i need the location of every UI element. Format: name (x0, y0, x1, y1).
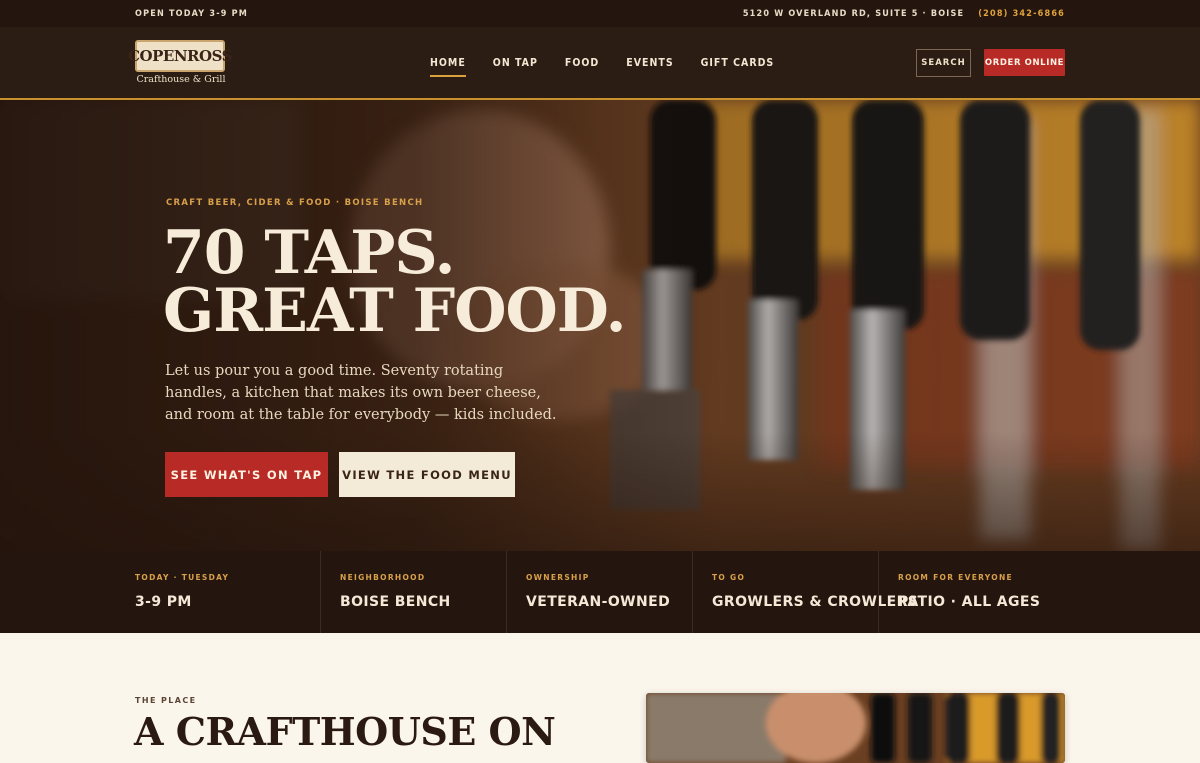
hero-section: CRAFT BEER, CIDER & FOOD · BOISE BENCH 7… (0, 100, 1200, 551)
contact-info: 5120 W OVERLAND RD, SUITE 5 · BOISE (208… (743, 9, 1065, 19)
logo-wordmark: COPENROSS (128, 40, 232, 72)
nav-events[interactable]: EVENTS (626, 57, 673, 69)
hero-eyebrow: CRAFT BEER, CIDER & FOOD · BOISE BENCH (166, 198, 424, 208)
search-button[interactable]: SEARCH (916, 49, 971, 77)
info-cell-to-go: TO GO GROWLERS & CROWLERS (692, 551, 918, 633)
nav-home[interactable]: HOME (430, 57, 466, 77)
info-strip: TODAY · TUESDAY 3-9 PM NEIGHBORHOOD BOIS… (0, 551, 1200, 633)
info-value: 3-9 PM (135, 594, 192, 610)
order-online-button[interactable]: ORDER ONLINE (984, 49, 1065, 76)
info-label: OWNERSHIP (526, 573, 590, 582)
site-header: COPENROSS Crafthouse & Grill HOME ON TAP… (0, 27, 1200, 100)
info-label: TO GO (712, 573, 746, 582)
info-value: VETERAN-OWNED (526, 594, 671, 610)
nav-food[interactable]: FOOD (565, 57, 599, 69)
phone-link[interactable]: (208) 342-6866 (978, 9, 1065, 19)
info-cell-ownership: OWNERSHIP VETERAN-OWNED (506, 551, 692, 633)
hero-description: Let us pour you a good time. Seventy rot… (165, 363, 557, 423)
address-text: 5120 W OVERLAND RD, SUITE 5 · BOISE (742, 9, 965, 19)
info-cell-hours: TODAY · TUESDAY 3-9 PM (135, 551, 320, 633)
info-label: TODAY · TUESDAY (135, 573, 230, 582)
hours-text: OPEN TODAY 3-9 PM (135, 9, 248, 19)
utility-bar: OPEN TODAY 3-9 PM 5120 W OVERLAND RD, SU… (0, 0, 1200, 27)
hero-headline: 70 TAPS. GREAT FOOD. (163, 218, 723, 346)
info-cell-neighborhood: NEIGHBORHOOD BOISE BENCH (320, 551, 506, 633)
headline-line-2: GREAT FOOD. (163, 276, 627, 346)
info-label: NEIGHBORHOOD (340, 573, 426, 582)
nav-on-tap[interactable]: ON TAP (493, 57, 538, 69)
logo-tagline: Crafthouse & Grill (136, 74, 226, 85)
info-value: PATIO · ALL AGES (898, 594, 1041, 610)
about-photo (646, 693, 1065, 763)
info-label: ROOM FOR EVERYONE (898, 573, 1013, 582)
about-section: THE PLACE A CRAFTHOUSE ON (0, 633, 1200, 763)
logo[interactable]: COPENROSS Crafthouse & Grill (128, 40, 232, 88)
about-tap-image (646, 693, 1065, 763)
about-title: A CRAFTHOUSE ON (134, 709, 556, 754)
headline-line-1: 70 TAPS. (163, 218, 456, 288)
main-nav: HOME ON TAP FOOD EVENTS GIFT CARDS (430, 57, 775, 77)
see-on-tap-button[interactable]: SEE WHAT'S ON TAP (165, 452, 328, 497)
info-cell-patio: ROOM FOR EVERYONE PATIO · ALL AGES (878, 551, 1065, 633)
nav-gift-cards[interactable]: GIFT CARDS (701, 57, 775, 69)
info-value: BOISE BENCH (340, 594, 451, 610)
about-eyebrow: THE PLACE (135, 696, 197, 705)
view-food-menu-button[interactable]: VIEW THE FOOD MENU (339, 452, 515, 497)
